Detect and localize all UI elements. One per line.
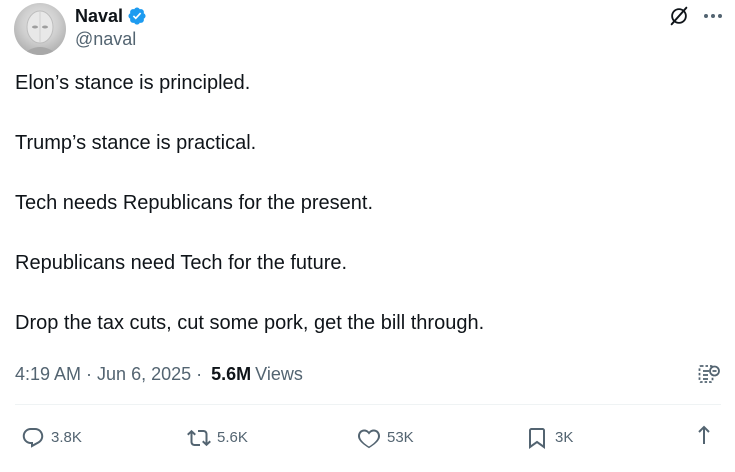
reply-icon	[22, 428, 44, 448]
like-button[interactable]: 53K	[357, 423, 414, 453]
reply-button[interactable]: 3.8K	[21, 423, 82, 453]
post-paragraph: Trump’s stance is practical.	[15, 132, 257, 154]
author-name[interactable]: Naval	[75, 5, 123, 27]
verified-badge-icon	[127, 6, 147, 26]
bookmark-button[interactable]: 3K	[525, 423, 573, 453]
grok-icon[interactable]	[668, 5, 690, 27]
views-label: Views	[255, 364, 303, 384]
bookmark-icon	[529, 428, 545, 449]
avatar[interactable]	[14, 3, 66, 55]
community-notes-icon[interactable]	[697, 362, 721, 386]
bookmark-count: 3K	[555, 429, 574, 446]
post-text: Elon’s stance is principled. Trump’s sta…	[15, 70, 715, 370]
reply-count: 3.8K	[51, 429, 82, 446]
post-time[interactable]: 4:19 AM	[15, 362, 81, 386]
post-date[interactable]: Jun 6, 2025	[97, 362, 191, 386]
share-button[interactable]	[692, 423, 716, 447]
meta-separator: ·	[196, 364, 203, 384]
like-icon	[358, 429, 380, 449]
post-meta: 4:19 AM · Jun 6, 2025 · 5.6M Views	[15, 362, 303, 386]
author-name-row: Naval	[75, 5, 147, 27]
meta-separator: ·	[86, 364, 93, 384]
post-paragraph: Drop the tax cuts, cut some pork, get th…	[15, 312, 485, 334]
repost-button[interactable]: 5.6K	[187, 423, 248, 453]
author-handle[interactable]: @naval	[75, 28, 136, 50]
views-count: 5.6M	[211, 364, 252, 384]
repost-count: 5.6K	[217, 429, 248, 446]
post-paragraph: Elon’s stance is principled.	[15, 72, 251, 94]
repost-icon	[187, 429, 211, 447]
action-bar: 3.8K 5.6K 53K 3K	[15, 423, 727, 453]
more-icon[interactable]	[701, 5, 725, 27]
divider	[15, 404, 721, 405]
post-paragraph: Republicans need Tech for the future.	[15, 252, 348, 274]
post-header: Naval @naval	[14, 3, 726, 55]
post-paragraph: Tech needs Republicans for the present.	[15, 192, 373, 214]
like-count: 53K	[387, 429, 414, 446]
share-icon	[698, 425, 710, 444]
